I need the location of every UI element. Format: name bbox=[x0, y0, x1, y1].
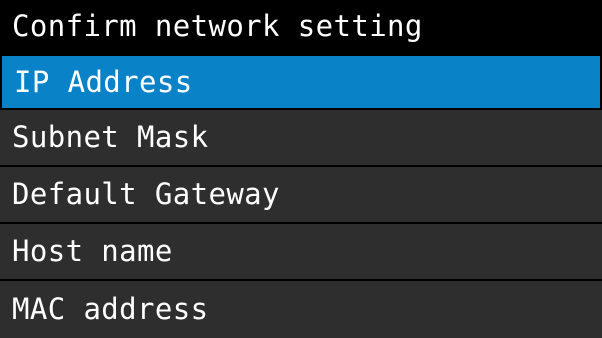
title-bar: Confirm network setting bbox=[0, 0, 602, 53]
menu-item-label: Subnet Mask bbox=[12, 120, 209, 154]
network-settings-menu: IP Address Subnet Mask Default Gateway H… bbox=[0, 53, 602, 338]
page-title: Confirm network setting bbox=[12, 9, 423, 43]
menu-item-host-name[interactable]: Host name bbox=[0, 224, 602, 281]
menu-item-ip-address[interactable]: IP Address bbox=[0, 53, 602, 110]
menu-item-label: MAC address bbox=[12, 292, 209, 326]
lcd-screen: Confirm network setting IP Address Subne… bbox=[0, 0, 602, 338]
menu-item-label: Default Gateway bbox=[12, 177, 280, 211]
menu-item-subnet-mask[interactable]: Subnet Mask bbox=[0, 110, 602, 167]
menu-item-label: IP Address bbox=[14, 64, 193, 99]
menu-item-default-gateway[interactable]: Default Gateway bbox=[0, 167, 602, 224]
menu-item-label: Host name bbox=[12, 234, 173, 268]
menu-item-mac-address[interactable]: MAC address bbox=[0, 281, 602, 338]
